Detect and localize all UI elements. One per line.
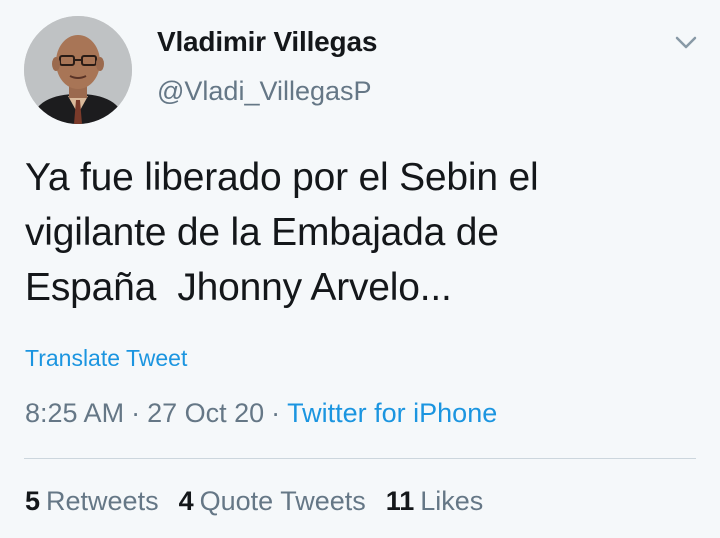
likes-label: Likes <box>420 486 484 516</box>
meta-separator: · <box>131 398 141 428</box>
tweet-source-link[interactable]: Twitter for iPhone <box>287 398 497 428</box>
quote-tweets-stat[interactable]: 4 Quote Tweets <box>179 486 366 517</box>
retweets-label: Retweets <box>46 486 159 516</box>
tweet-stats: 5 Retweets 4 Quote Tweets 11 Likes <box>25 486 503 517</box>
tweet-date[interactable]: 27 Oct 20 <box>147 398 264 428</box>
tweet-time[interactable]: 8:25 AM <box>25 398 124 428</box>
tweet-text: Ya fue liberado por el Sebin el vigilant… <box>25 156 539 309</box>
likes-stat[interactable]: 11 Likes <box>386 486 484 517</box>
divider <box>24 458 696 459</box>
quote-tweets-count: 4 <box>178 486 194 516</box>
user-avatar-photo-icon <box>24 16 132 124</box>
tweet-meta: 8:25 AM · 27 Oct 20 · Twitter for iPhone <box>25 398 497 429</box>
retweets-count: 5 <box>25 486 41 516</box>
display-name[interactable]: Vladimir Villegas <box>157 26 377 58</box>
meta-separator: · <box>271 398 281 428</box>
user-avatar[interactable] <box>24 16 132 124</box>
tweet-card: Vladimir Villegas @Vladi_VillegasP Ya fu… <box>0 0 720 538</box>
quote-tweets-label: Quote Tweets <box>199 486 366 516</box>
chevron-down-icon[interactable] <box>672 32 700 54</box>
retweets-stat[interactable]: 5 Retweets <box>25 486 159 517</box>
likes-count: 11 <box>385 486 415 516</box>
translate-tweet-link[interactable]: Translate Tweet <box>25 345 187 372</box>
user-handle[interactable]: @Vladi_VillegasP <box>157 76 372 107</box>
